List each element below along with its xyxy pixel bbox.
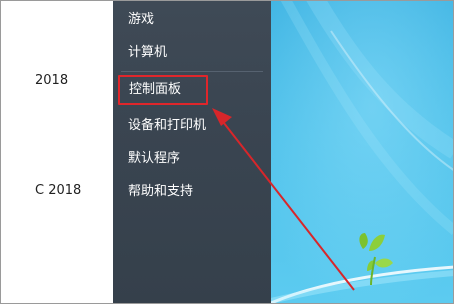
- start-menu-right-pane: 游戏 计算机 控制面板 设备和打印机 默认程序 帮助和支持: [113, 1, 271, 303]
- menu-item-default-programs[interactable]: 默认程序: [118, 144, 264, 174]
- screenshot-frame: 2018 C 2018 游戏 计算机 控制面板 设备和打印机 默认程序 帮助和支…: [0, 0, 454, 304]
- menu-item-computer[interactable]: 计算机: [118, 38, 264, 68]
- desktop-wallpaper: [271, 1, 453, 303]
- background-window: 2018 C 2018: [1, 1, 113, 303]
- wallpaper-graphic: [271, 1, 453, 303]
- menu-item-help-support[interactable]: 帮助和支持: [118, 177, 264, 207]
- menu-separator: [121, 71, 263, 72]
- date-text-2: C 2018: [35, 183, 82, 198]
- menu-item-games[interactable]: 游戏: [118, 5, 264, 35]
- menu-item-devices-printers[interactable]: 设备和打印机: [118, 111, 264, 141]
- menu-item-control-panel[interactable]: 控制面板: [118, 75, 208, 105]
- date-text-1: 2018: [35, 73, 69, 88]
